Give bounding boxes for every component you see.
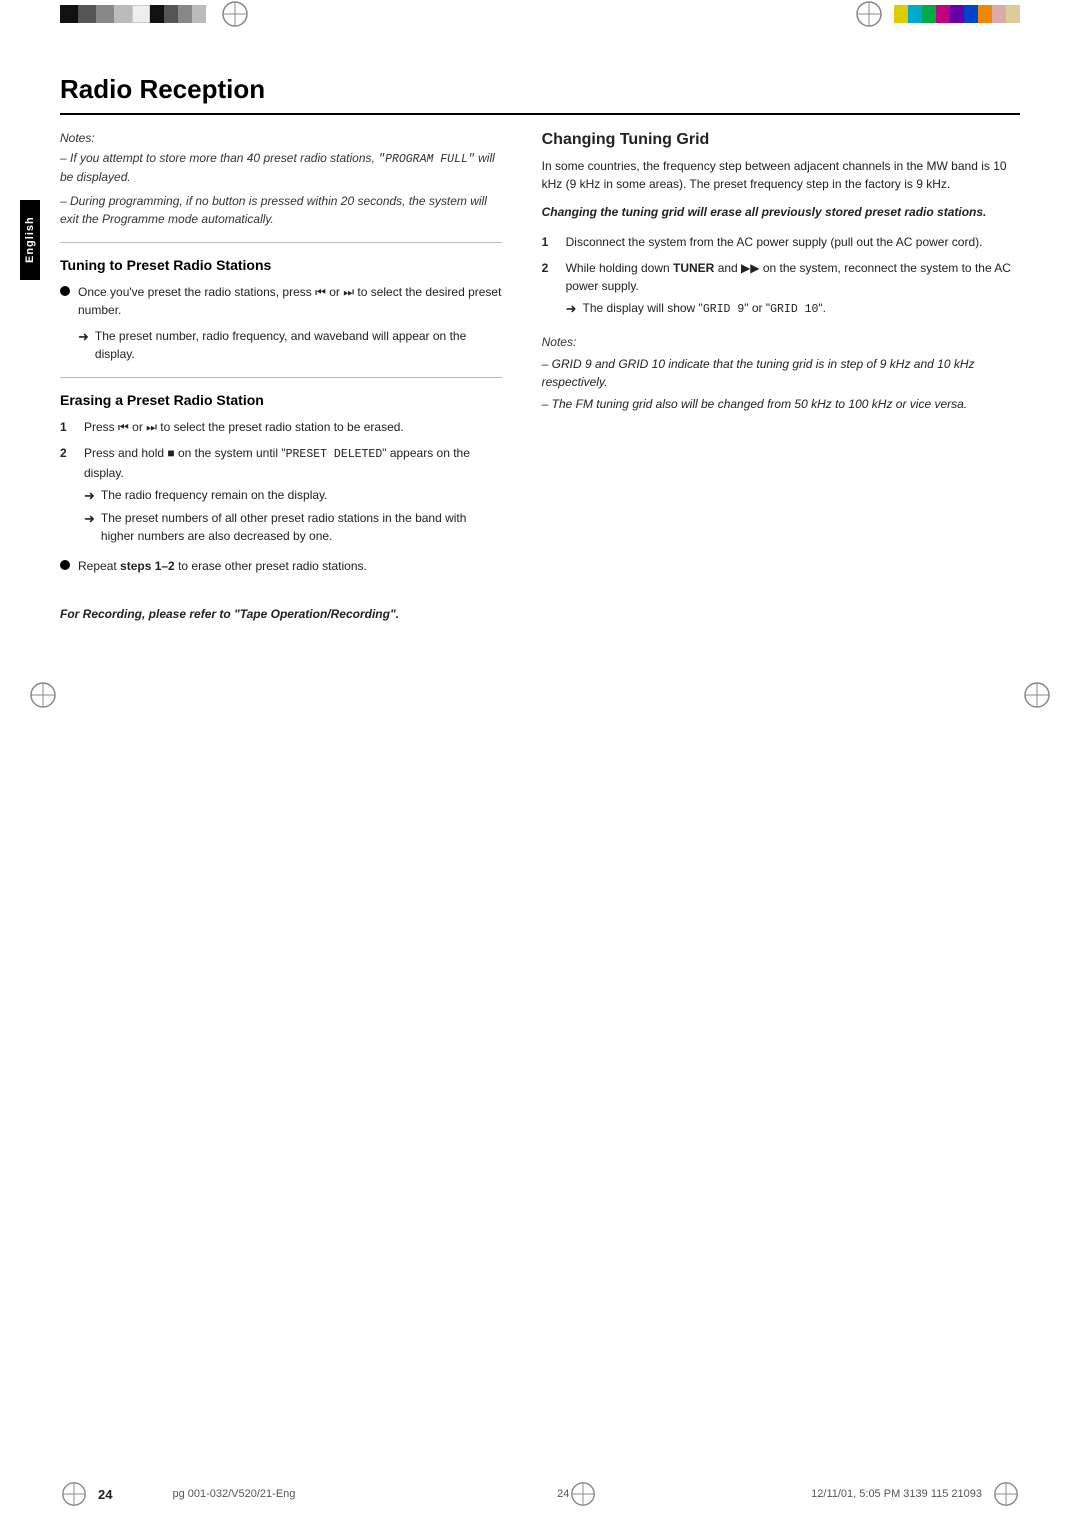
left-column: Notes: – If you attempt to store more th… <box>60 131 502 623</box>
crosshair-left <box>28 680 58 713</box>
bottom-bar: 24 pg 001-032/V520/21-Eng 24 12/11/01, 5… <box>0 1480 1080 1508</box>
changing-step-2: 2 While holding down TUNER and ▶▶ on the… <box>542 259 1020 323</box>
erasing-section: Erasing a Preset Radio Station 1 Press ⏮… <box>60 392 502 623</box>
color-strip-right <box>894 5 1020 23</box>
bullet-dot <box>60 286 70 296</box>
step-2-text: Press and hold ■ on the system until "PR… <box>84 444 502 549</box>
color-block <box>964 5 978 23</box>
tuning-bullet-1: Once you've preset the radio stations, p… <box>60 283 502 319</box>
arrow-icon: ➜ <box>78 327 89 347</box>
erasing-repeat-bullet: Repeat steps 1–2 to erase other preset r… <box>60 557 502 575</box>
changing-step-1: 1 Disconnect the system from the AC powe… <box>542 233 1020 251</box>
top-decoration-bar <box>0 0 1080 28</box>
erasing-arrow-1-text: The radio frequency remain on the displa… <box>101 486 328 504</box>
notes-label-right: Notes: <box>542 333 1020 351</box>
color-block <box>114 5 132 23</box>
tuning-section: Tuning to Preset Radio Stations Once you… <box>60 257 502 363</box>
color-block <box>96 5 114 23</box>
notes-section: Notes: – If you attempt to store more th… <box>60 131 502 228</box>
section-divider-2 <box>60 377 502 378</box>
deco-left <box>0 0 360 28</box>
erasing-arrow-2: ➜ The preset numbers of all other preset… <box>84 509 502 545</box>
erasing-step-1: 1 Press ⏮ or ⏭ to select the preset radi… <box>60 418 502 436</box>
color-block <box>164 5 178 23</box>
changing-note-2: – The FM tuning grid also will be change… <box>542 395 1020 413</box>
note1-text: – If you attempt to store more than 40 p… <box>60 149 502 186</box>
tuning-arrow-1: ➜ The preset number, radio frequency, an… <box>78 327 502 363</box>
color-block <box>922 5 936 23</box>
color-block <box>936 5 950 23</box>
color-block <box>78 5 96 23</box>
changing-note-1: – GRID 9 and GRID 10 indicate that the t… <box>542 355 1020 391</box>
color-block <box>950 5 964 23</box>
bottom-right-info: 12/11/01, 5:05 PM 3139 115 21093 <box>597 1488 982 1500</box>
crosshair-icon <box>220 0 250 29</box>
erasing-repeat-text: Repeat steps 1–2 to erase other preset r… <box>78 557 502 575</box>
color-block <box>132 5 150 23</box>
changing-note-1-text: – GRID 9 and GRID 10 indicate that the t… <box>542 357 975 389</box>
changing-step2-arrow: ➜ The display will show "GRID 9" or "GRI… <box>566 299 1020 319</box>
step-2-label: 2 <box>60 444 78 462</box>
erasing-section-heading: Erasing a Preset Radio Station <box>60 392 502 408</box>
step-1-text: Disconnect the system from the AC power … <box>566 233 1020 251</box>
color-block <box>178 5 192 23</box>
page-title: Radio Reception <box>60 64 1020 105</box>
color-block <box>992 5 1006 23</box>
arrow-icon: ➜ <box>84 486 95 506</box>
right-column: Changing Tuning Grid In some countries, … <box>542 131 1020 623</box>
color-block <box>978 5 992 23</box>
recording-note-text: For Recording, please refer to "Tape Ope… <box>60 607 399 621</box>
page-number: 24 <box>98 1487 112 1502</box>
recording-note: For Recording, please refer to "Tape Ope… <box>60 605 502 623</box>
color-block <box>150 5 164 23</box>
page-container: Radio Reception Notes: – If you attempt … <box>0 44 1080 663</box>
arrow-icon: ➜ <box>84 509 95 529</box>
notes-label: Notes: <box>60 131 502 145</box>
step-1-label: 1 <box>60 418 78 436</box>
erasing-arrow-2-text: The preset numbers of all other preset r… <box>101 509 502 545</box>
step-2-text: While holding down TUNER and ▶▶ on the s… <box>566 259 1020 323</box>
changing-tuning-notes: Notes: – GRID 9 and GRID 10 indicate tha… <box>542 333 1020 413</box>
deco-right <box>720 0 1080 28</box>
changing-note-2-text: – The FM tuning grid also will be change… <box>542 397 968 411</box>
tuning-arrow-1-text: The preset number, radio frequency, and … <box>95 327 502 363</box>
changing-tuning-warning: Changing the tuning grid will erase all … <box>542 203 1020 221</box>
color-block <box>894 5 908 23</box>
changing-tuning-section: Changing Tuning Grid In some countries, … <box>542 131 1020 413</box>
color-strip-left <box>60 5 206 23</box>
step-1-text: Press ⏮ or ⏭ to select the preset radio … <box>84 418 502 436</box>
note2-text: – During programming, if no button is pr… <box>60 192 502 228</box>
tuning-section-heading: Tuning to Preset Radio Stations <box>60 257 502 273</box>
crosshair-bottom-right <box>992 1480 1020 1508</box>
bottom-ref: pg 001-032/V520/21-Eng <box>172 1488 557 1500</box>
changing-tuning-intro: In some countries, the frequency step be… <box>542 157 1020 193</box>
color-block <box>192 5 206 23</box>
bullet-dot <box>60 560 70 570</box>
tuning-bullet-1-text: Once you've preset the radio stations, p… <box>78 283 502 319</box>
crosshair-icon <box>854 0 884 29</box>
changing-tuning-heading: Changing Tuning Grid <box>542 131 1020 149</box>
crosshair-bottom-left <box>60 1480 88 1508</box>
step-2-label: 2 <box>542 259 560 277</box>
color-block <box>60 5 78 23</box>
main-content: Notes: – If you attempt to store more th… <box>60 131 1020 623</box>
arrow-icon: ➜ <box>566 299 577 319</box>
crosshair-bottom-center <box>569 1480 597 1508</box>
section-divider <box>60 242 502 243</box>
color-block <box>908 5 922 23</box>
color-block <box>1006 5 1020 23</box>
changing-step2-arrow-text: The display will show "GRID 9" or "GRID … <box>583 299 827 318</box>
step-1-label: 1 <box>542 233 560 251</box>
erasing-step-2: 2 Press and hold ■ on the system until "… <box>60 444 502 549</box>
title-divider <box>60 113 1020 115</box>
erasing-arrow-1: ➜ The radio frequency remain on the disp… <box>84 486 502 506</box>
crosshair-right <box>1022 680 1052 713</box>
bottom-center-num: 24 <box>557 1488 569 1500</box>
